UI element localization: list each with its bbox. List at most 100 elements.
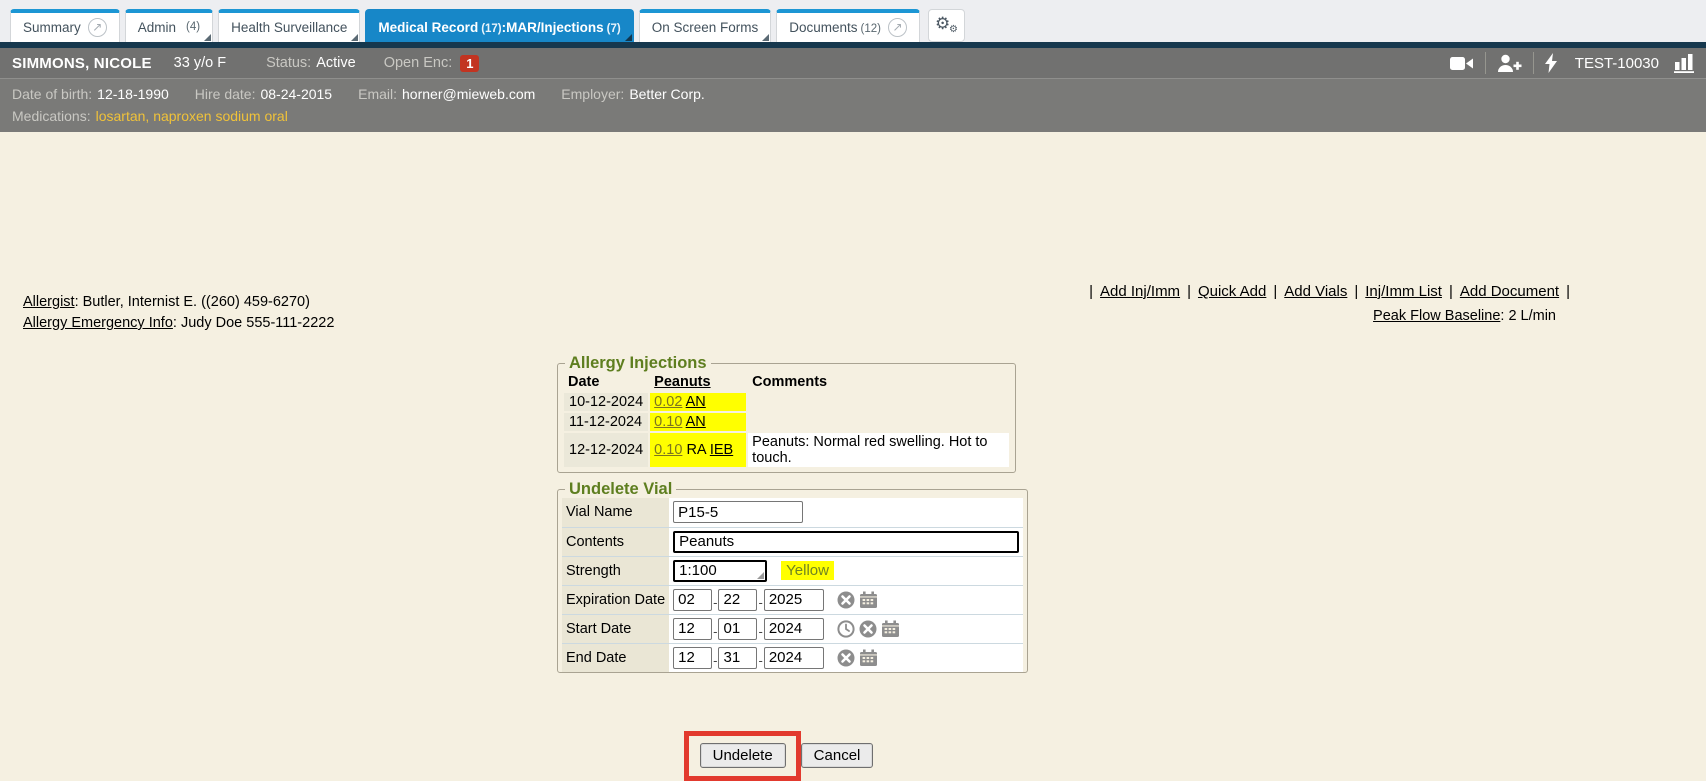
- expiration-month-field[interactable]: [673, 589, 712, 611]
- medication-link[interactable]: naproxen sodium oral: [153, 108, 288, 124]
- settings-button[interactable]: ⚙ ⚙: [928, 9, 965, 42]
- injections-table: Date Peanuts Comments 10-12-2024 0.02 AN…: [562, 371, 1011, 469]
- form-row: Vial Name: [562, 498, 1023, 527]
- hire-date-value: 08-24-2015: [260, 84, 332, 104]
- cancel-button[interactable]: Cancel: [801, 743, 874, 768]
- undelete-vial-legend: Undelete Vial: [565, 480, 676, 499]
- reaction-code-link[interactable]: AN: [686, 394, 706, 410]
- table-row: 12-12-2024 0.10 RA IEB Peanuts: Normal r…: [564, 433, 1009, 467]
- injection-date: 11-12-2024: [564, 413, 648, 431]
- calendar-icon[interactable]: [859, 649, 878, 667]
- open-enc-badge[interactable]: 1: [460, 55, 479, 72]
- dose-link[interactable]: 0.10: [654, 442, 682, 458]
- tab-label: Medical Record(17):MAR/Injections(7): [378, 20, 620, 35]
- agent-column-link[interactable]: Peanuts: [654, 374, 710, 390]
- bar-chart-icon[interactable]: [1674, 53, 1696, 73]
- allergy-injections-legend: Allergy Injections: [565, 354, 711, 373]
- action-links: | Add Inj/Imm | Quick Add | Add Vials | …: [1089, 283, 1570, 300]
- col-agent: Peanuts: [650, 373, 746, 391]
- gears-icon: ⚙: [949, 24, 958, 35]
- expiration-year-field[interactable]: [764, 589, 824, 611]
- tab-documents[interactable]: Documents(12) ↗: [776, 9, 920, 42]
- lightning-icon[interactable]: [1545, 53, 1558, 73]
- hire-date-label: Hire date:: [195, 84, 256, 104]
- add-vials-link[interactable]: Add Vials: [1284, 283, 1347, 300]
- end-date-label: End Date: [562, 643, 669, 672]
- launch-icon[interactable]: ↗: [888, 18, 907, 37]
- launch-icon[interactable]: ↗: [88, 18, 107, 37]
- clock-icon[interactable]: [837, 620, 855, 638]
- tab-bar: Summary ↗ Admin(4) Health Surveillance M…: [0, 0, 1706, 42]
- reaction-code-link[interactable]: IEB: [710, 442, 733, 458]
- separator: |: [1354, 283, 1358, 300]
- patient-name: SIMMONS, NICOLE: [12, 55, 152, 72]
- allergy-emergency-link[interactable]: Allergy Emergency Info: [23, 315, 173, 331]
- main-content: Allergist: Butler, Internist E. ((260) 4…: [0, 132, 1706, 678]
- expiration-day-field[interactable]: [718, 589, 757, 611]
- tab-label: Health Surveillance: [231, 20, 347, 35]
- strength-field[interactable]: [673, 560, 767, 582]
- clear-date-icon[interactable]: [859, 620, 877, 638]
- allergy-emergency-value: : Judy Doe 555-111-2222: [173, 315, 335, 331]
- inj-imm-list-link[interactable]: Inj/Imm List: [1365, 283, 1442, 300]
- tab-health-surveillance[interactable]: Health Surveillance: [218, 9, 360, 42]
- tab-menu-corner-icon: [204, 34, 211, 41]
- undelete-vial-fieldset: Undelete Vial Vial Name Contents Strengt…: [557, 480, 1028, 673]
- dose-link[interactable]: 0.02: [654, 394, 682, 410]
- clear-date-icon[interactable]: [837, 591, 855, 609]
- vial-name-field[interactable]: [673, 501, 803, 523]
- vial-color-note: Yellow: [781, 561, 834, 580]
- allergist-value: : Butler, Internist E. ((260) 459-6270): [75, 294, 310, 310]
- end-year-field[interactable]: [764, 647, 824, 669]
- injection-comment: [748, 413, 1009, 431]
- dose-link[interactable]: 0.10: [654, 414, 682, 430]
- allergist-link[interactable]: Allergist: [23, 294, 75, 310]
- start-date-label: Start Date: [562, 614, 669, 643]
- status-value: Active: [316, 55, 356, 71]
- add-inj-imm-link[interactable]: Add Inj/Imm: [1100, 283, 1180, 300]
- calendar-icon[interactable]: [859, 591, 878, 609]
- start-month-field[interactable]: [673, 618, 712, 640]
- tab-admin[interactable]: Admin(4): [125, 9, 213, 42]
- form-row: End Date --: [562, 643, 1023, 672]
- form-row: Strength Yellow: [562, 556, 1023, 585]
- separator: |: [1089, 283, 1093, 300]
- undelete-vial-form: Vial Name Contents Strength Yellow Expir…: [562, 498, 1023, 672]
- separator: |: [1566, 283, 1570, 300]
- resize-grip-icon: [757, 572, 764, 579]
- form-row: Start Date --: [562, 614, 1023, 643]
- tab-medical-record[interactable]: Medical Record(17):MAR/Injections(7): [365, 9, 633, 42]
- tab-on-screen-forms[interactable]: On Screen Forms: [639, 9, 772, 42]
- table-row: 11-12-2024 0.10 AN: [564, 413, 1009, 431]
- calendar-icon[interactable]: [881, 620, 900, 638]
- reaction-code-link[interactable]: AN: [686, 414, 706, 430]
- employer-value: Better Corp.: [629, 84, 704, 104]
- col-comments: Comments: [748, 373, 1009, 391]
- allergy-contact-info: Allergist: Butler, Internist E. ((260) 4…: [23, 292, 334, 334]
- end-month-field[interactable]: [673, 647, 712, 669]
- medication-link[interactable]: losartan: [96, 108, 146, 124]
- quick-add-link[interactable]: Quick Add: [1198, 283, 1266, 300]
- separator: |: [1273, 283, 1277, 300]
- start-year-field[interactable]: [764, 618, 824, 640]
- contents-field[interactable]: [673, 531, 1019, 553]
- email-value: horner@mieweb.com: [402, 84, 535, 104]
- table-row: 10-12-2024 0.02 AN: [564, 393, 1009, 411]
- undelete-button[interactable]: Undelete: [700, 743, 786, 768]
- clear-date-icon[interactable]: [837, 649, 855, 667]
- separator: |: [1187, 283, 1191, 300]
- start-day-field[interactable]: [718, 618, 757, 640]
- add-person-icon[interactable]: [1497, 54, 1522, 73]
- tab-label: On Screen Forms: [652, 20, 759, 35]
- peak-flow-link[interactable]: Peak Flow Baseline: [1373, 308, 1500, 324]
- separator: |: [1449, 283, 1453, 300]
- open-enc-label: Open Enc:: [384, 55, 453, 71]
- divider: [1485, 52, 1486, 74]
- tab-menu-corner-icon: [351, 34, 358, 41]
- tab-menu-corner-icon: [762, 34, 769, 41]
- gears-icon: ⚙: [935, 14, 950, 34]
- video-camera-icon[interactable]: [1450, 55, 1474, 72]
- add-document-link[interactable]: Add Document: [1460, 283, 1559, 300]
- tab-summary[interactable]: Summary ↗: [10, 9, 120, 42]
- end-day-field[interactable]: [718, 647, 757, 669]
